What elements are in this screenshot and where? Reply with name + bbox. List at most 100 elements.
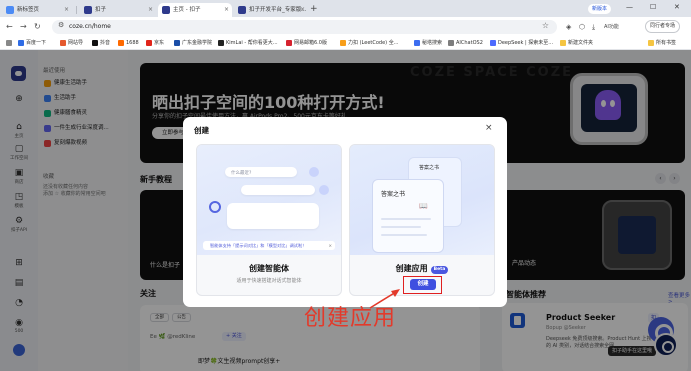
bookmark-item[interactable]: 秘塔搜索: [414, 39, 442, 48]
bookmark-label: DeepSeek | 探索未至...: [498, 40, 554, 46]
tab-coze[interactable]: 扣子 ×: [80, 3, 156, 17]
bookmark-label: AIChatOS2: [456, 40, 483, 46]
reload-icon[interactable]: ↻: [34, 21, 41, 33]
tab-home-active[interactable]: 主页 - 扣子 ×: [158, 3, 232, 17]
annotation-highlight-box: [403, 276, 442, 294]
tab-label: 主页 - 扣子: [173, 7, 201, 13]
apps-icon: [6, 40, 12, 46]
site-info-icon[interactable]: ⚙: [58, 21, 64, 29]
bookmark-item[interactable]: AIChatOS2: [448, 39, 483, 48]
agent-option-description: 适用于快速搭建对话式智能体: [236, 278, 302, 284]
agent-hint-banner[interactable]: 智能体支持「提示词对比」和「模型对比」调试啦！ ×: [203, 241, 335, 250]
bookmark-favicon-icon: [60, 40, 66, 46]
all-bookmarks[interactable]: 所有书签: [648, 39, 676, 48]
app-option-name: 创建应用 Beta: [350, 263, 494, 274]
tab-label: 扣子开发平台_专家版...: [249, 7, 307, 13]
modal-title: 创建: [194, 126, 209, 135]
bookmark-label: 新建文件夹: [568, 40, 594, 46]
bookmark-item[interactable]: 力扣 (LeetCode) 全...: [340, 39, 398, 48]
placeholder-line: [381, 226, 421, 228]
bookmark-item[interactable]: KimLai - 帮你看更大...: [218, 39, 278, 48]
annotation-label: 创建应用: [304, 306, 397, 331]
bookmark-item[interactable]: 百度一下: [18, 39, 46, 48]
folder-icon: [648, 40, 654, 46]
new-version-label: 新版本: [592, 6, 608, 12]
bookmark-item[interactable]: 网站导: [60, 39, 83, 48]
maximize-icon[interactable]: ☐: [650, 3, 656, 11]
minimize-icon[interactable]: —: [626, 3, 633, 11]
bookmark-favicon-icon: [218, 40, 224, 46]
bookmark-favicon-icon: [448, 40, 454, 46]
bookmark-favicon-icon: [286, 40, 292, 46]
app-preview-card: 答案之书 📖: [372, 179, 444, 253]
create-agent-option[interactable]: 什么最近? 智能体支持「提示词对比」和「模型对比」调试啦！ × 创建智能体 适用…: [196, 144, 342, 296]
bookmark-item[interactable]: 京东: [146, 39, 164, 48]
new-version-button[interactable]: 新版本: [588, 4, 612, 14]
bookmark-label: 网易邮箱6.0版: [294, 40, 327, 46]
bookmarks-bar: 百度一下 网站导 抖音 1688 京东 广东金融学院 KimLai - 帮你看更大... 网易…: [0, 37, 691, 50]
bookmark-item[interactable]: 新建文件夹: [560, 39, 593, 48]
all-bookmarks-label: 所有书签: [656, 40, 677, 46]
puzzle-icon[interactable]: ⬡: [579, 21, 585, 33]
tab-strip: 新标签页 × 扣子 × 主页 - 扣子 × 扣子开发平台_专家版... × + …: [0, 0, 691, 17]
url-text[interactable]: coze.cn/home: [69, 23, 111, 30]
bookmark-item[interactable]: 1688: [118, 39, 139, 48]
agent-hint-text: 智能体支持「提示词对比」和「模型对比」调试啦！: [210, 243, 307, 248]
address-bar[interactable]: ⚙ coze.cn/home ☆: [52, 20, 557, 34]
create-app-option[interactable]: 答案之书 答案之书 📖 创建应用 Beta 创建: [349, 144, 495, 296]
close-icon[interactable]: ×: [300, 3, 305, 17]
bookmark-item[interactable]: DeepSeek | 探索未至...: [490, 39, 553, 48]
ai-label: AI功能: [604, 24, 619, 30]
coze-icon: [162, 6, 170, 14]
agent-illustration: 什么最近? 智能体支持「提示词对比」和「模型对比」调试啦！ ×: [197, 145, 341, 255]
bookmark-item[interactable]: 网易邮箱6.0版: [286, 39, 327, 48]
bookmark-favicon-icon: [414, 40, 420, 46]
close-icon[interactable]: ×: [328, 241, 332, 250]
close-icon[interactable]: ×: [148, 3, 153, 17]
new-tab-button[interactable]: +: [310, 3, 318, 15]
coze-icon: [238, 6, 246, 14]
app-illustration: 答案之书 答案之书 📖: [350, 145, 494, 255]
close-icon[interactable]: ×: [485, 122, 493, 134]
bookmark-favicon-icon: [490, 40, 496, 46]
close-window-icon[interactable]: ✕: [674, 3, 680, 11]
forward-icon[interactable]: →: [20, 21, 27, 33]
bookmark-label: 百度一下: [26, 40, 47, 46]
tab-separator: [76, 6, 77, 14]
bookmark-favicon-icon: [92, 40, 98, 46]
extension-icon[interactable]: ◈: [566, 21, 571, 33]
bookmark-label: KimLai - 帮你看更大...: [226, 40, 278, 46]
bookmark-label: 抖音: [100, 40, 111, 46]
profile-label: 同行者专场: [650, 23, 676, 29]
create-modal: 创建 × 什么最近? 智能体支持「提示词对比」和「模型对比」调试啦！ × 创建智…: [183, 117, 507, 307]
browser-toolbar: ← → ↻ ⚙ coze.cn/home ☆ ◈ ⬡ ⤓ AI功能 同行者专场: [0, 17, 691, 37]
close-icon[interactable]: ×: [224, 3, 229, 17]
bookmark-label: 京东: [154, 40, 165, 46]
bookmark-label: 秘塔搜索: [422, 40, 443, 46]
bookmark-item[interactable]: 广东金融学院: [174, 39, 212, 48]
close-icon[interactable]: ×: [64, 3, 69, 17]
bookmark-favicon-icon: [18, 40, 24, 46]
bookmark-item[interactable]: 抖音: [92, 39, 110, 48]
user-avatar-icon: [309, 167, 319, 177]
chat-input-placeholder: 什么最近?: [231, 171, 252, 176]
beta-badge: Beta: [430, 266, 449, 274]
new-tab-icon: [6, 6, 14, 14]
chat-bubble: [227, 203, 319, 229]
ai-button[interactable]: AI功能: [604, 21, 619, 33]
tab-new[interactable]: 新标签页 ×: [2, 3, 72, 17]
profile-button[interactable]: 同行者专场: [645, 20, 681, 33]
placeholder-line: [381, 218, 431, 220]
bookmark-favicon-icon: [560, 40, 566, 46]
bookmark-favicon-icon: [118, 40, 124, 46]
app-preview-title: 答案之书: [381, 191, 406, 198]
book-icon: 📖: [419, 202, 428, 210]
bookmark-favicon-icon: [340, 40, 346, 46]
download-icon[interactable]: ⤓: [592, 21, 595, 33]
back-icon[interactable]: ←: [6, 21, 13, 33]
bookmark-star-icon[interactable]: ☆: [542, 21, 549, 30]
app-preview-back-title: 答案之书: [419, 165, 440, 171]
tab-coze-dev[interactable]: 扣子开发平台_专家版... ×: [234, 3, 308, 17]
bookmark-label: 广东金融学院: [182, 40, 213, 46]
chat-bubble: [241, 185, 315, 195]
